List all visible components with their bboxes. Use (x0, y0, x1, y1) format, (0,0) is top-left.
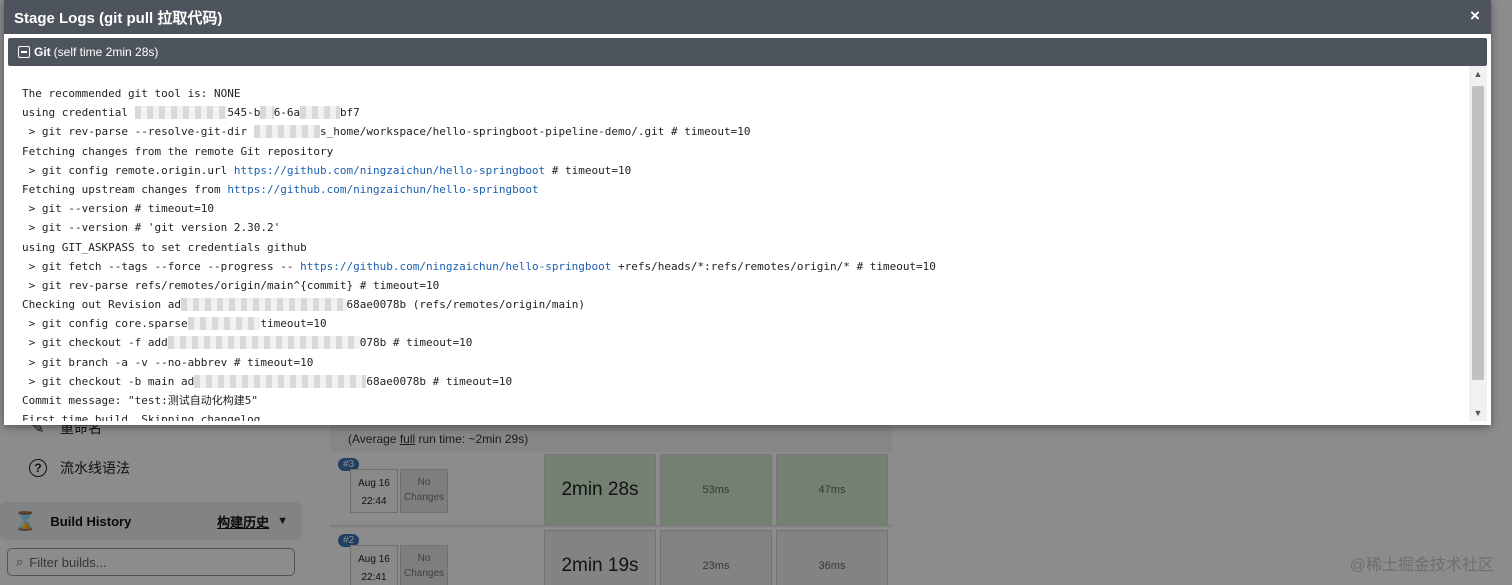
log-text: > git config core.sparse (22, 317, 188, 331)
log-line: Commit message: "test:测试自动化构建5" (22, 391, 1471, 410)
log-text: 68ae0078b # timeout=10 (366, 374, 513, 388)
modal-header: Stage Logs (git pull 拉取代码) × (4, 0, 1491, 34)
log-text: > git fetch --tags --force --progress -- (22, 259, 301, 273)
log-text: > git config remote.origin.url (22, 163, 234, 177)
section-time: (self time 2min 28s) (53, 45, 159, 59)
log-line: using credential xxxxxxxxxxxxxx545-bxx6-… (22, 103, 1471, 122)
log-line: Checking out Revision adxxxxxxxxxxxxxxxx… (22, 295, 1471, 314)
log-text: s_home/workspace/hello-springboot-pipeli… (320, 125, 751, 139)
log-text: Fetching upstream changes from (22, 182, 228, 196)
redacted-text: xxxxxx (300, 106, 340, 120)
log-scrollbar[interactable]: ▲ ▼ (1469, 66, 1487, 421)
log-text: Commit message: "test:测试自动化构建5" (22, 394, 258, 407)
log-text: > git rev-parse refs/remotes/origin/main… (22, 278, 440, 292)
log-line: > git checkout -b main adxxxxxxxxxxxxxxx… (22, 372, 1471, 391)
log-text: # timeout=10 (545, 163, 632, 177)
log-text: > git rev-parse --resolve-git-dir (22, 125, 254, 139)
log-line: > git checkout -f addxxxxxxxxxxxxxxxxxxx… (22, 333, 1471, 352)
log-line: > git config core.sparsexxxxxxxxxxxtimeo… (22, 314, 1471, 333)
redacted-text: xxxxxxxxxxxxxxxxxxxxxxxxxx (194, 374, 367, 388)
redacted-text: xxxxxxxxxxxxxxxxxxxxxxxxx (180, 298, 347, 312)
log-text: 68ae0078b (refs/remotes/origin/main) (346, 298, 585, 312)
log-text: bf7 (339, 106, 360, 120)
log-line: First time build. Skipping changelog. (22, 410, 1471, 421)
scroll-up-icon[interactable]: ▲ (1469, 66, 1487, 82)
scroll-thumb[interactable] (1472, 86, 1484, 380)
log-line: using GIT_ASKPASS to set credentials git… (22, 238, 1471, 257)
close-icon[interactable]: × (1465, 6, 1485, 26)
log-link[interactable]: https://github.com/ningzaichun/hello-spr… (234, 164, 545, 177)
log-text: > git --version # timeout=10 (22, 202, 215, 216)
log-text: > git --version # 'git version 2.30.2' (22, 221, 281, 235)
modal-title: Stage Logs (git pull 拉取代码) (14, 9, 223, 27)
log-text: timeout=10 (260, 317, 327, 331)
log-line: > git branch -a -v --no-abbrev # timeout… (22, 353, 1471, 372)
log-line: Fetching upstream changes from https://g… (22, 180, 1471, 199)
log-line: > git rev-parse refs/remotes/origin/main… (22, 276, 1471, 295)
log-text: 078b # timeout=10 (359, 336, 473, 350)
log-line: > git --version # timeout=10 (22, 199, 1471, 218)
log-text: The recommended git tool is: NONE (22, 87, 241, 100)
collapse-icon[interactable] (18, 46, 30, 58)
redacted-text: xxxxxxxxxxxxxx (134, 106, 228, 120)
log-link[interactable]: https://github.com/ningzaichun/hello-spr… (300, 260, 611, 273)
log-output[interactable]: The recommended git tool is: NONE using c… (8, 66, 1471, 421)
log-text: > git checkout -b main ad (22, 374, 195, 388)
log-text: > git branch -a -v --no-abbrev # timeout… (22, 355, 314, 369)
log-text: First time build. Skipping changelog. (22, 413, 268, 421)
log-text: using GIT_ASKPASS to set credentials git… (22, 240, 307, 254)
redacted-text: xx (260, 106, 274, 120)
log-text: > git checkout -f add (22, 336, 168, 350)
section-name: Git (34, 45, 51, 59)
redacted-text: xxxxxxxxxxxxxxxxxxxxxxxxxxxxx (167, 336, 360, 350)
log-line: > git rev-parse --resolve-git-dir xxxxxx… (22, 122, 1471, 141)
log-line: The recommended git tool is: NONE (22, 84, 1471, 103)
log-text: using credential (22, 106, 135, 120)
log-text: 545-b (227, 106, 261, 120)
log-text: Checking out Revision ad (22, 298, 181, 312)
log-line: > git --version # 'git version 2.30.2' (22, 218, 1471, 237)
log-section-header[interactable]: Git (self time 2min 28s) (8, 38, 1487, 66)
log-text: 6-6a (273, 106, 301, 120)
log-link[interactable]: https://github.com/ningzaichun/hello-spr… (227, 183, 538, 196)
redacted-text: xxxxxxxxxx (253, 125, 321, 139)
log-line: > git fetch --tags --force --progress --… (22, 257, 1471, 276)
log-line: Fetching changes from the remote Git rep… (22, 142, 1471, 161)
log-line: > git config remote.origin.url https://g… (22, 161, 1471, 180)
scroll-down-icon[interactable]: ▼ (1469, 405, 1487, 421)
log-text: Fetching changes from the remote Git rep… (22, 144, 334, 158)
log-text: +refs/heads/*:refs/remotes/origin/* # ti… (611, 259, 936, 273)
stage-logs-modal: Stage Logs (git pull 拉取代码) × Git (self t… (4, 0, 1491, 425)
redacted-text: xxxxxxxxxxx (187, 317, 261, 331)
